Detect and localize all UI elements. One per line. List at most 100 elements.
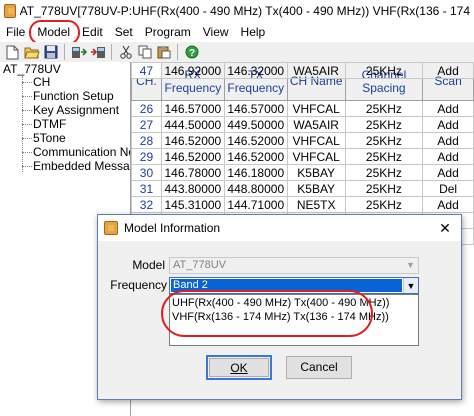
read-from-radio-icon[interactable] (70, 44, 87, 60)
cell-rx[interactable]: 146.52000 (160, 132, 225, 149)
cut-icon[interactable] (117, 44, 134, 60)
cell-spacing[interactable]: 25KHz (344, 116, 424, 133)
tree-connector (22, 166, 32, 167)
dialog-app-icon (104, 221, 118, 235)
cell-tx[interactable]: 146.52000 (223, 148, 288, 165)
cell-scan[interactable]: Add (422, 132, 474, 149)
tree-connector (22, 124, 32, 125)
cell-name[interactable]: NE5TX (286, 196, 346, 213)
frequency-label: Frequency (110, 278, 167, 292)
cell-tx[interactable]: 144.71000 (223, 196, 288, 213)
table-row[interactable]: 32 145.31000 144.71000 NE5TX 25KHz Add (131, 196, 474, 213)
table-row[interactable]: 31 443.80000 448.80000 K5BAY 25KHz Del (131, 180, 474, 197)
tree-item-5tone[interactable]: 5Tone (33, 131, 66, 145)
cell-rx[interactable]: 146.57000 (160, 100, 225, 117)
cell-spacing[interactable]: 25KHz (344, 62, 424, 79)
cell-name[interactable]: WA5AIR (286, 62, 346, 79)
chevron-down-icon: ▼ (406, 260, 415, 270)
cell-rx[interactable]: 146.92000 (160, 62, 225, 79)
menu-program[interactable]: Program (139, 22, 197, 42)
cancel-button[interactable]: Cancel (286, 356, 352, 379)
menu-edit[interactable]: Edit (76, 22, 109, 42)
cell-scan[interactable]: Add (422, 164, 474, 181)
cell-ch[interactable]: 47 (131, 62, 162, 79)
cell-rx[interactable]: 146.52000 (160, 148, 225, 165)
svg-text:?: ? (188, 48, 194, 59)
cell-rx[interactable]: 444.50000 (160, 116, 225, 133)
table-row[interactable]: 27 444.50000 449.50000 WA5AIR 25KHz Add (131, 116, 474, 133)
cell-tx[interactable]: 146.32000 (223, 62, 288, 79)
cell-name[interactable]: VHFCAL (286, 100, 346, 117)
cell-scan[interactable]: Add (422, 148, 474, 165)
channel-table-bottom: 47 146.92000 146.32000 WA5AIR 25KHz Add (131, 62, 474, 79)
model-label: Model (132, 258, 165, 272)
dialog-title: Model Information (124, 221, 221, 235)
open-folder-icon[interactable] (23, 44, 40, 60)
cell-spacing[interactable]: 25KHz (344, 164, 424, 181)
cell-spacing[interactable]: 25KHz (344, 100, 424, 117)
cell-scan[interactable]: Del (422, 180, 474, 197)
table-row[interactable]: 30 146.78000 146.18000 K5BAY 25KHz Add (131, 164, 474, 181)
tree-connector (22, 82, 32, 83)
title-bar: AT_778UV[778UV-P:UHF(Rx(400 - 490 MHz) T… (0, 0, 474, 22)
tree-item-ch[interactable]: CH (33, 75, 50, 89)
cell-ch[interactable]: 32 (131, 196, 162, 213)
cell-name[interactable]: K5BAY (286, 164, 346, 181)
menu-model[interactable]: Model (29, 20, 80, 45)
menu-file[interactable]: File (0, 22, 31, 42)
cell-ch[interactable]: 26 (131, 100, 162, 117)
table-row[interactable]: 29 146.52000 146.52000 VHFCAL 25KHz Add (131, 148, 474, 165)
cell-spacing[interactable]: 25KHz (344, 148, 424, 165)
toolbar-separator (64, 44, 65, 60)
cell-rx[interactable]: 443.80000 (160, 180, 225, 197)
tree-connector (22, 152, 32, 153)
chevron-down-icon[interactable]: ▼ (403, 278, 418, 293)
cell-name[interactable]: VHFCAL (286, 148, 346, 165)
cell-scan[interactable]: Add (422, 116, 474, 133)
window-title: AT_778UV[778UV-P:UHF(Rx(400 - 490 MHz) T… (19, 4, 474, 18)
write-to-radio-icon[interactable] (89, 44, 106, 60)
copy-icon[interactable] (136, 44, 153, 60)
cell-ch[interactable]: 28 (131, 132, 162, 149)
menu-help[interactable]: Help (235, 22, 272, 42)
cell-ch[interactable]: 30 (131, 164, 162, 181)
save-icon[interactable] (42, 44, 59, 60)
cell-tx[interactable]: 448.80000 (223, 180, 288, 197)
cancel-label: Cancel (300, 360, 338, 374)
cell-scan[interactable]: Add (422, 100, 474, 117)
cell-tx[interactable]: 146.18000 (223, 164, 288, 181)
cell-tx[interactable]: 146.52000 (223, 132, 288, 149)
tree-item-communication-note[interactable]: Communication No (33, 145, 130, 159)
cell-name[interactable]: VHFCAL (286, 132, 346, 149)
help-icon[interactable]: ? (183, 44, 200, 60)
cell-tx[interactable]: 146.57000 (223, 100, 288, 117)
tree-item-dtmf[interactable]: DTMF (33, 117, 66, 131)
tree-root[interactable]: AT_778UV (3, 62, 61, 76)
tree-item-function-setup[interactable]: Function Setup (33, 89, 114, 103)
paste-icon[interactable] (155, 44, 172, 60)
table-row[interactable]: 47 146.92000 146.32000 WA5AIR 25KHz Add (131, 62, 474, 79)
cell-scan[interactable]: Add (422, 62, 474, 79)
cell-name[interactable]: K5BAY (286, 180, 346, 197)
tree-item-key-assignment[interactable]: Key Assignment (33, 103, 119, 117)
cell-spacing[interactable]: 25KHz (344, 132, 424, 149)
cell-spacing[interactable]: 25KHz (344, 180, 424, 197)
cell-rx[interactable]: 145.31000 (160, 196, 225, 213)
ok-button[interactable]: OK (209, 358, 269, 377)
cell-rx[interactable]: 146.78000 (160, 164, 225, 181)
cell-tx[interactable]: 449.50000 (223, 116, 288, 133)
model-value: AT_778UV (173, 259, 226, 271)
cell-name[interactable]: WA5AIR (286, 116, 346, 133)
table-row[interactable]: 28 146.52000 146.52000 VHFCAL 25KHz Add (131, 132, 474, 149)
cell-spacing[interactable]: 25KHz (344, 196, 424, 213)
close-icon[interactable]: ✕ (429, 215, 461, 241)
cell-scan[interactable]: Add (422, 196, 474, 213)
menu-view[interactable]: View (197, 22, 235, 42)
table-row[interactable]: 26 146.57000 146.57000 VHFCAL 25KHz Add (131, 100, 474, 117)
cell-ch[interactable]: 31 (131, 180, 162, 197)
new-file-icon[interactable] (4, 44, 21, 60)
cell-ch[interactable]: 27 (131, 116, 162, 133)
tree-item-embedded-message[interactable]: Embedded Messag (33, 159, 130, 173)
menu-set[interactable]: Set (109, 22, 139, 42)
cell-ch[interactable]: 29 (131, 148, 162, 165)
